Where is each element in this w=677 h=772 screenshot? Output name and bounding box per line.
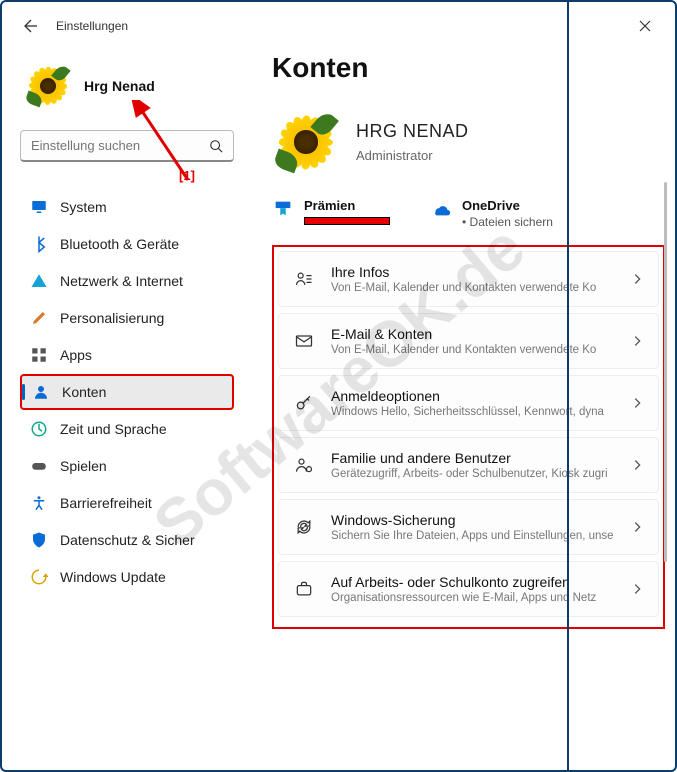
user-avatar <box>24 62 72 110</box>
sidebar-item-label: System <box>60 199 107 215</box>
sidebar-item-personalisierung[interactable]: Personalisierung <box>20 300 234 336</box>
display-icon <box>30 198 48 216</box>
sidebar-nav: System Bluetooth & Geräte Netzwerk & Inter… <box>20 189 234 595</box>
key-icon <box>293 392 315 414</box>
sidebar-item-label: Bluetooth & Geräte <box>60 236 179 252</box>
account-name: HRG NENAD <box>356 121 469 142</box>
row-sub: Von E-Mail, Kalender und Kontakten verwe… <box>331 282 614 294</box>
chevron-right-icon <box>630 272 644 286</box>
close-button[interactable] <box>633 18 657 34</box>
annotation-marker-1: [1] <box>140 168 234 183</box>
row-sub: Sichern Sie Ihre Dateien, Apps und Einst… <box>331 530 614 542</box>
chevron-right-icon <box>630 334 644 348</box>
sidebar-item-bluetooth-ger-te[interactable]: Bluetooth & Geräte <box>20 226 234 262</box>
tile-onedrive[interactable]: OneDrive • Dateien sichern <box>430 198 553 229</box>
user-name: Hrg Nenad <box>84 78 155 94</box>
sidebar-item-system[interactable]: System <box>20 189 234 225</box>
settings-row-familie-und-andere-benutzer[interactable]: Familie und andere Benutzer Gerätezugriff… <box>278 437 659 493</box>
sidebar-item-zeit-und-sprache[interactable]: Zeit und Sprache <box>20 411 234 447</box>
mail-icon <box>293 330 315 352</box>
sidebar-item-label: Zeit und Sprache <box>60 421 167 437</box>
sidebar-item-datenschutz-sicher[interactable]: Datenschutz & Sicher <box>20 522 234 558</box>
tile-rewards[interactable]: Prämien <box>272 198 390 229</box>
sidebar-item-netzwerk-internet[interactable]: Netzwerk & Internet <box>20 263 234 299</box>
row-sub: Von E-Mail, Kalender und Kontakten verwe… <box>331 344 614 356</box>
user-block[interactable]: Hrg Nenad <box>20 54 234 128</box>
clock-globe-icon <box>30 420 48 438</box>
sidebar: Hrg Nenad [1] System Bluetooth & Geräte Ne… <box>2 44 242 768</box>
settings-row-e-mail-konten[interactable]: E-Mail & Konten Von E-Mail, Kalender und … <box>278 313 659 369</box>
shield-icon <box>30 531 48 549</box>
account-tiles: Prämien OneDrive • Dateien sichern <box>272 188 665 245</box>
family-icon <box>293 454 315 476</box>
sidebar-item-label: Personalisierung <box>60 310 164 326</box>
annotation-red-bar <box>304 217 390 225</box>
chevron-right-icon <box>630 396 644 410</box>
row-sub: Gerätezugriff, Arbeits- oder Schulbenutz… <box>331 468 614 480</box>
sidebar-item-windows-update[interactable]: Windows Update <box>20 559 234 595</box>
chevron-right-icon <box>630 582 644 596</box>
person-icon <box>32 383 50 401</box>
scrollbar[interactable] <box>664 182 667 562</box>
sidebar-item-spielen[interactable]: Spielen <box>20 448 234 484</box>
settings-row-ihre-infos[interactable]: Ihre Infos Von E-Mail, Kalender und Konta… <box>278 251 659 307</box>
titlebar: Einstellungen <box>2 2 675 44</box>
row-sub: Windows Hello, Sicherheitsschlüssel, Ken… <box>331 406 614 418</box>
sidebar-item-label: Netzwerk & Internet <box>60 273 183 289</box>
sidebar-item-label: Apps <box>60 347 92 363</box>
sidebar-item-label: Spielen <box>60 458 107 474</box>
sidebar-item-label: Datenschutz & Sicher <box>60 532 195 548</box>
chevron-right-icon <box>630 458 644 472</box>
apps-icon <box>30 346 48 364</box>
sidebar-item-konten[interactable]: Konten <box>20 374 234 410</box>
your-info-icon <box>293 268 315 290</box>
update-icon <box>30 568 48 586</box>
chevron-right-icon <box>630 520 644 534</box>
account-role: Administrator <box>356 148 469 163</box>
gamepad-icon <box>30 457 48 475</box>
row-title: Auf Arbeits- oder Schulkonto zugreifen <box>331 574 614 590</box>
main-content: Konten HRG NENAD Administrator Prämien <box>242 44 675 768</box>
window-title: Einstellungen <box>56 19 128 33</box>
row-title: Ihre Infos <box>331 264 614 280</box>
back-button[interactable] <box>20 16 40 36</box>
row-title: Familie und andere Benutzer <box>331 450 614 466</box>
bluetooth-icon <box>30 235 48 253</box>
sidebar-item-barrierefreiheit[interactable]: Barrierefreiheit <box>20 485 234 521</box>
settings-row-anmeldeoptionen[interactable]: Anmeldeoptionen Windows Hello, Sicherheit… <box>278 375 659 431</box>
row-title: E-Mail & Konten <box>331 326 614 342</box>
account-avatar <box>272 108 340 176</box>
briefcase-icon <box>293 578 315 600</box>
sidebar-item-label: Konten <box>62 384 106 400</box>
row-sub: Organisationsressourcen wie E-Mail, Apps… <box>331 592 614 604</box>
settings-row-auf-arbeits-oder-schulkonto-zugreifen[interactable]: Auf Arbeits- oder Schulkonto zugreifen Or… <box>278 561 659 617</box>
row-title: Anmeldeoptionen <box>331 388 614 404</box>
brush-icon <box>30 309 48 327</box>
tile-onedrive-title: OneDrive <box>462 198 553 213</box>
backup-icon <box>293 516 315 538</box>
account-header: HRG NENAD Administrator <box>272 108 665 176</box>
settings-list: Ihre Infos Von E-Mail, Kalender und Konta… <box>272 245 665 629</box>
row-title: Windows-Sicherung <box>331 512 614 528</box>
sidebar-item-label: Barrierefreiheit <box>60 495 152 511</box>
page-title: Konten <box>272 52 665 84</box>
search-box[interactable] <box>20 130 234 162</box>
rewards-icon <box>272 198 294 220</box>
tile-rewards-title: Prämien <box>304 198 390 213</box>
tile-onedrive-sub: • Dateien sichern <box>462 215 553 229</box>
onedrive-icon <box>430 198 452 220</box>
search-icon <box>209 139 223 153</box>
settings-row-windows-sicherung[interactable]: Windows-Sicherung Sichern Sie Ihre Dateie… <box>278 499 659 555</box>
annotation-vertical-line <box>567 2 569 770</box>
wifi-icon <box>30 272 48 290</box>
sidebar-item-apps[interactable]: Apps <box>20 337 234 373</box>
search-input[interactable] <box>31 138 209 153</box>
accessibility-icon <box>30 494 48 512</box>
sidebar-item-label: Windows Update <box>60 569 166 585</box>
